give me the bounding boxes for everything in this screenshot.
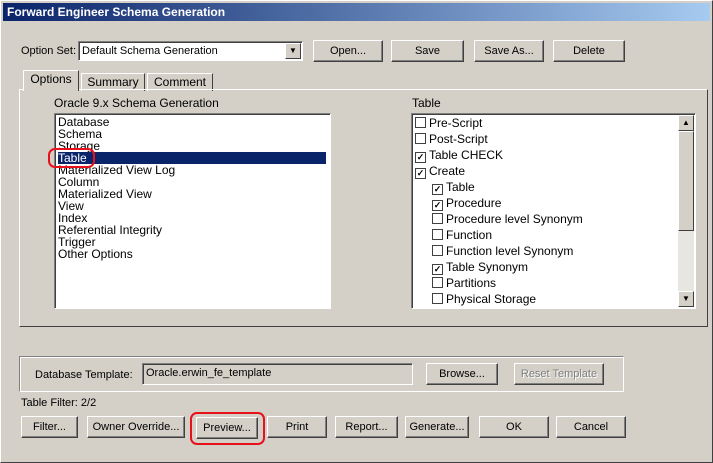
generate-button[interactable]: Generate... [405, 416, 469, 438]
database-template-label: Database Template: [35, 369, 133, 381]
tree-item[interactable]: Partitions [432, 275, 496, 291]
scroll-down-icon[interactable]: ▼ [678, 291, 694, 307]
browse-button[interactable]: Browse... [426, 363, 498, 385]
list-item[interactable]: Storage [58, 140, 326, 152]
checkbox-unchecked-icon[interactable] [415, 133, 426, 144]
tree-item-label: Function [446, 228, 493, 242]
tree-item[interactable]: Pre-Script [415, 115, 482, 131]
tree-item-label: Table CHECK [429, 148, 504, 162]
title-bar: Forward Engineer Schema Generation [3, 3, 710, 21]
print-button[interactable]: Print [267, 416, 327, 438]
checkbox-checked-icon[interactable]: ✓ [432, 264, 443, 275]
checkbox-unchecked-icon[interactable] [432, 245, 443, 256]
checkbox-unchecked-icon[interactable] [415, 117, 426, 128]
checkbox-checked-icon[interactable]: ✓ [415, 152, 426, 163]
option-set-dropdown[interactable]: Default Schema Generation ▼ [78, 41, 303, 61]
tree-item[interactable]: ✓ Table Synonym [432, 259, 528, 275]
tree-item[interactable]: ✓ Procedure [432, 195, 501, 211]
tree-item-label: Table Synonym [446, 260, 529, 274]
tree-item[interactable]: ✓ Table [432, 179, 475, 195]
vertical-scrollbar[interactable]: ▲ ▼ [678, 115, 694, 307]
checkbox-checked-icon[interactable]: ✓ [432, 200, 443, 211]
tree-item-label: Procedure level Synonym [446, 212, 583, 226]
filter-button[interactable]: Filter... [21, 416, 78, 438]
list-item[interactable]: Other Options [58, 248, 326, 260]
tree-item[interactable]: Post-Script [415, 131, 488, 147]
schema-category-list[interactable]: Database Schema Storage Table Materializ… [54, 113, 331, 309]
preview-button[interactable]: Preview... [196, 417, 258, 439]
list-item[interactable]: Referential Integrity [58, 224, 326, 236]
checkbox-unchecked-icon[interactable] [432, 277, 443, 288]
tree-item[interactable]: ✓ Table CHECK [415, 147, 503, 163]
tree-item[interactable]: Function level Synonym [432, 243, 573, 259]
tree-item[interactable]: ✓ Create [415, 163, 465, 179]
chevron-down-icon[interactable]: ▼ [285, 43, 301, 59]
checkbox-unchecked-icon[interactable] [432, 229, 443, 240]
save-as-button[interactable]: Save As... [474, 40, 544, 62]
tree-item-label: Create [429, 164, 466, 178]
table-filter-status: Table Filter: 2/2 [21, 397, 97, 409]
delete-button[interactable]: Delete [553, 40, 625, 62]
tree-item[interactable]: Physical Storage [432, 291, 536, 307]
tree-item[interactable]: Function [432, 227, 492, 243]
option-set-value: Default Schema Generation [82, 45, 218, 57]
tree-item-label: Procedure [446, 196, 502, 210]
list-item[interactable]: View [58, 200, 326, 212]
scroll-up-icon[interactable]: ▲ [678, 115, 694, 131]
checkbox-checked-icon[interactable]: ✓ [432, 184, 443, 195]
tree-item-label: Partitions [446, 276, 497, 290]
cancel-button[interactable]: Cancel [556, 416, 626, 438]
table-options-title: Table [412, 96, 441, 110]
scroll-thumb[interactable] [678, 131, 694, 231]
dialog-window: Forward Engineer Schema Generation Optio… [0, 0, 713, 463]
tree-item-label: Physical Storage [446, 292, 537, 306]
tree-item-label: Function level Synonym [446, 244, 574, 258]
open-button[interactable]: Open... [313, 40, 383, 62]
save-button[interactable]: Save [391, 40, 464, 62]
option-set-label: Option Set: [21, 45, 77, 57]
table-options-tree[interactable]: Pre-Script Post-Script ✓ Table CHECK ✓ Create… [411, 113, 696, 309]
reset-template-button[interactable]: Reset Template [514, 363, 604, 385]
checkbox-unchecked-icon[interactable] [432, 213, 443, 224]
database-template-field[interactable]: Oracle.erwin_fe_template [142, 363, 413, 385]
checkbox-unchecked-icon[interactable] [432, 293, 443, 304]
tree-item[interactable]: Procedure level Synonym [432, 211, 583, 227]
tree-item-label: Pre-Script [429, 116, 483, 130]
checkbox-checked-icon[interactable]: ✓ [415, 168, 426, 179]
list-item[interactable]: Materialized View [58, 188, 326, 200]
report-button[interactable]: Report... [335, 416, 398, 438]
database-template-value: Oracle.erwin_fe_template [146, 367, 272, 379]
tree-item-label: Post-Script [429, 132, 488, 146]
tab-options[interactable]: Options [23, 70, 79, 91]
schema-generation-title: Oracle 9.x Schema Generation [54, 96, 219, 110]
owner-override-button[interactable]: Owner Override... [87, 416, 185, 438]
tree-item-label: Table [446, 180, 475, 194]
ok-button[interactable]: OK [479, 416, 549, 438]
